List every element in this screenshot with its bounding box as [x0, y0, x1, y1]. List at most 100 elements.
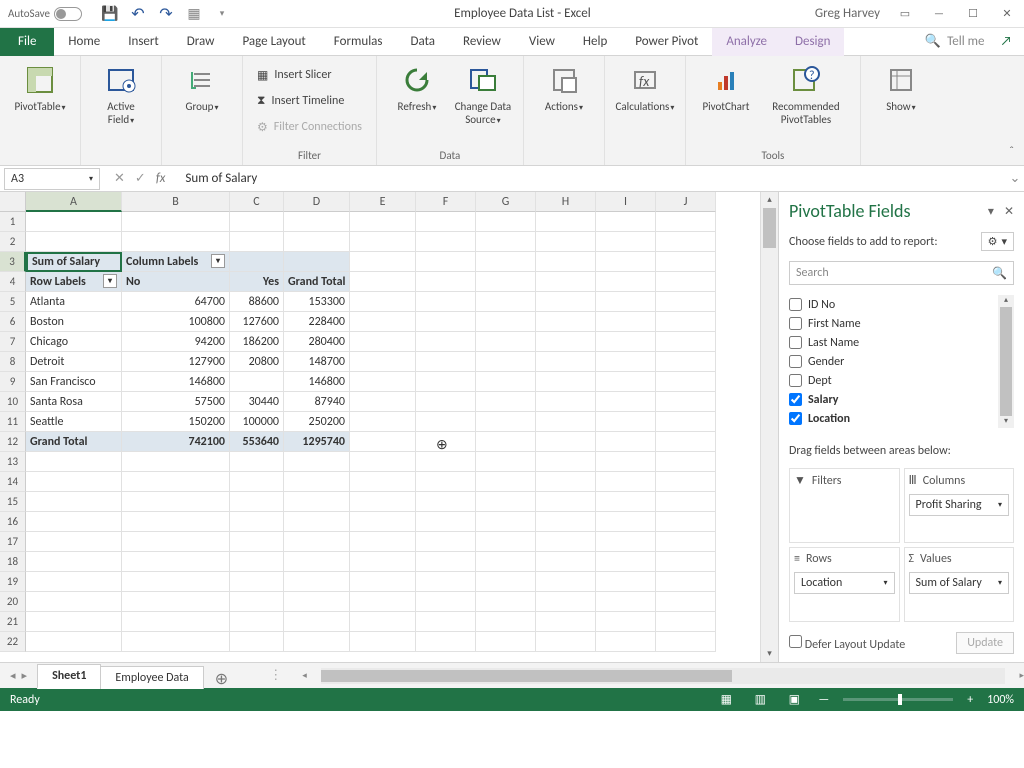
values-field[interactable]: Sum of Salary▾ [909, 572, 1010, 594]
cell[interactable] [656, 312, 716, 332]
group-button[interactable]: Group▾ [172, 60, 232, 113]
field-item[interactable]: Dept [789, 371, 998, 390]
cell[interactable] [416, 312, 476, 332]
cell[interactable] [536, 372, 596, 392]
cell[interactable]: Column Labels▾ [122, 252, 230, 272]
formula-input[interactable]: Sum of Salary [175, 171, 1006, 186]
filters-area[interactable]: ▼Filters [789, 468, 900, 543]
cell[interactable] [416, 252, 476, 272]
tell-me-search[interactable]: 🔍 Tell me ↗ [925, 34, 1024, 49]
row-header[interactable]: 5 [0, 292, 26, 312]
cell[interactable] [476, 532, 536, 552]
sheet-nav-next-icon[interactable]: ▸ [22, 669, 28, 682]
minimize-icon[interactable]: — [930, 6, 948, 22]
row-header[interactable]: 18 [0, 552, 26, 572]
zoom-in-icon[interactable]: + [967, 693, 973, 707]
tab-power-pivot[interactable]: Power Pivot [621, 28, 712, 56]
cell[interactable] [416, 452, 476, 472]
cell[interactable] [656, 452, 716, 472]
cell[interactable] [350, 212, 416, 232]
columns-area[interactable]: ⅢColumns Profit Sharing▾ [904, 468, 1015, 543]
row-header[interactable]: 6 [0, 312, 26, 332]
cell[interactable] [596, 532, 656, 552]
cell[interactable] [416, 352, 476, 372]
column-header[interactable]: J [656, 192, 716, 212]
cell[interactable]: 64700 [122, 292, 230, 312]
cell[interactable] [230, 552, 284, 572]
cell[interactable] [476, 252, 536, 272]
cell[interactable] [416, 492, 476, 512]
tab-file[interactable]: File [0, 28, 54, 56]
cell[interactable] [416, 532, 476, 552]
cell[interactable] [26, 492, 122, 512]
zoom-level[interactable]: 100% [987, 693, 1014, 707]
cell[interactable] [122, 212, 230, 232]
row-header[interactable]: 12 [0, 432, 26, 452]
cell[interactable] [26, 552, 122, 572]
cell[interactable] [536, 232, 596, 252]
undo-icon[interactable]: ↶ [130, 6, 146, 22]
cell[interactable] [26, 572, 122, 592]
cell[interactable]: 228400 [284, 312, 350, 332]
values-area[interactable]: ΣValues Sum of Salary▾ [904, 547, 1015, 622]
cell[interactable] [230, 452, 284, 472]
cell[interactable]: 186200 [230, 332, 284, 352]
cell[interactable] [350, 572, 416, 592]
cell[interactable] [656, 392, 716, 412]
cell[interactable] [122, 632, 230, 652]
cell[interactable] [416, 512, 476, 532]
autosave-toggle[interactable]: AutoSave [8, 7, 82, 21]
row-header[interactable]: 20 [0, 592, 26, 612]
cell[interactable] [122, 472, 230, 492]
field-item[interactable]: Gender [789, 352, 998, 371]
cell[interactable] [350, 232, 416, 252]
refresh-button[interactable]: Refresh▾ [387, 60, 447, 113]
field-item[interactable]: Location [789, 409, 998, 428]
cell[interactable] [230, 612, 284, 632]
tab-review[interactable]: Review [449, 28, 515, 56]
tab-help[interactable]: Help [569, 28, 621, 56]
cell[interactable] [230, 372, 284, 392]
row-header[interactable]: 3 [0, 252, 26, 272]
cell[interactable]: Row Labels▾ [26, 272, 122, 292]
cell[interactable] [596, 612, 656, 632]
column-header[interactable]: E [350, 192, 416, 212]
column-header[interactable]: B [122, 192, 230, 212]
cell[interactable]: 94200 [122, 332, 230, 352]
cell[interactable] [656, 592, 716, 612]
cell[interactable] [596, 392, 656, 412]
cell[interactable] [656, 512, 716, 532]
cell[interactable] [122, 572, 230, 592]
pivottable-button[interactable]: PivotTable▾ [10, 60, 70, 113]
close-icon[interactable]: ✕ [998, 6, 1016, 22]
cell[interactable] [416, 472, 476, 492]
cell[interactable] [26, 592, 122, 612]
row-header[interactable]: 22 [0, 632, 26, 652]
cell[interactable] [350, 252, 416, 272]
field-search-input[interactable]: Search🔍 [789, 261, 1014, 285]
vertical-scrollbar[interactable]: ▴▾ [760, 192, 778, 662]
cell[interactable] [26, 632, 122, 652]
cell[interactable] [416, 632, 476, 652]
cell[interactable] [230, 212, 284, 232]
chevron-down-icon[interactable]: ▾ [89, 174, 93, 184]
cell[interactable] [284, 232, 350, 252]
row-header[interactable]: 11 [0, 412, 26, 432]
cell[interactable]: 150200 [122, 412, 230, 432]
cell[interactable] [596, 292, 656, 312]
cell[interactable] [350, 312, 416, 332]
cell[interactable] [536, 552, 596, 572]
row-header[interactable]: 14 [0, 472, 26, 492]
row-header[interactable]: 9 [0, 372, 26, 392]
cell[interactable] [416, 572, 476, 592]
cell[interactable] [26, 232, 122, 252]
cell[interactable] [596, 572, 656, 592]
normal-view-icon[interactable]: ▦ [716, 692, 736, 708]
cell[interactable] [656, 232, 716, 252]
cell[interactable] [416, 552, 476, 572]
recommended-pivottables-button[interactable]: ? Recommended PivotTables [762, 60, 850, 126]
cell[interactable] [476, 632, 536, 652]
cell[interactable] [26, 472, 122, 492]
cell[interactable] [536, 412, 596, 432]
cell[interactable] [350, 632, 416, 652]
